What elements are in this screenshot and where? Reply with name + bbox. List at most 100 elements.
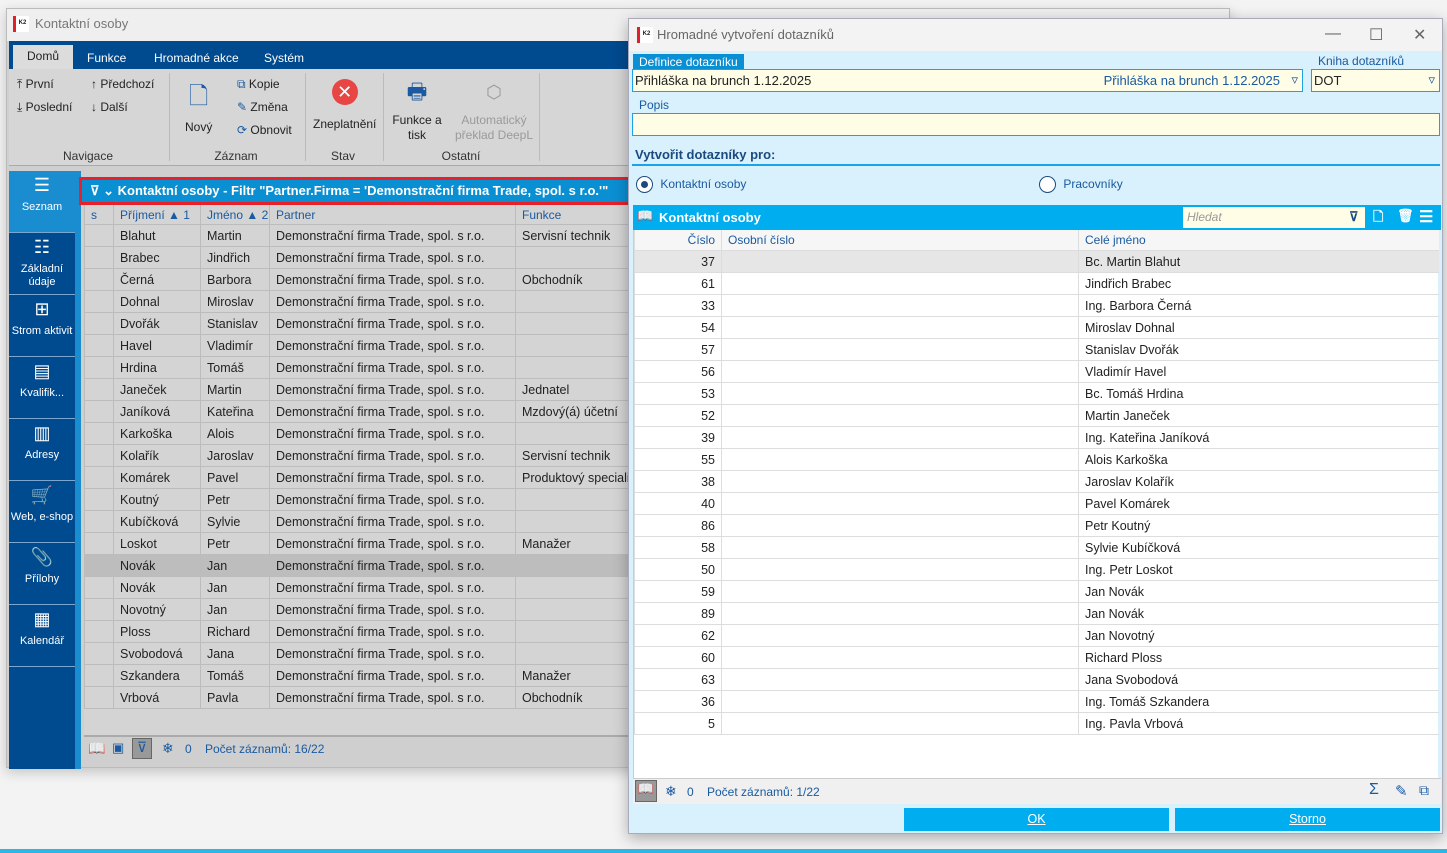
- table-row[interactable]: 62 Jan Novotný: [634, 625, 1439, 647]
- sidebar-item-3[interactable]: ▤ Kvalifik...: [9, 357, 75, 419]
- table-row[interactable]: 59 Jan Novák: [634, 581, 1439, 603]
- table-row[interactable]: 53 Bc. Tomáš Hrdina: [634, 383, 1439, 405]
- snowflake-icon[interactable]: ❄: [665, 783, 677, 800]
- add-layout-icon[interactable]: ⧉: [1419, 782, 1429, 799]
- book-icon[interactable]: 📖: [88, 740, 105, 757]
- search-input[interactable]: Hledat: [1183, 207, 1365, 228]
- sidebar-item-5[interactable]: 🛒 Web, e-shop: [9, 481, 75, 543]
- tab-system[interactable]: Systém: [250, 47, 318, 69]
- radio-contacts[interactable]: Kontaktní osoby: [636, 176, 746, 193]
- table-row[interactable]: 55 Alois Karkoška: [634, 449, 1439, 471]
- sidebar-item-6[interactable]: 📎 Přílohy: [9, 543, 75, 605]
- table-row[interactable]: Hrdina Tomáš Demonstrační firma Trade, spo…: [84, 357, 631, 379]
- archive-icon[interactable]: ▣: [112, 740, 124, 756]
- filter-icon[interactable]: ⊽: [90, 183, 103, 198]
- table-row[interactable]: Koutný Petr Demonstrační firma Trade, spol…: [84, 489, 631, 511]
- previous-button[interactable]: ↑ Předchozí: [91, 77, 154, 91]
- table-row[interactable]: Dvořák Stanislav Demonstrační firma Trade,…: [84, 313, 631, 335]
- table-row[interactable]: Svobodová Jana Demonstrační firma Trade, s…: [84, 643, 631, 665]
- column-header[interactable]: Funkce: [515, 205, 631, 227]
- table-row[interactable]: 54 Miroslav Dohnal: [634, 317, 1439, 339]
- close-icon[interactable]: ✕: [1413, 25, 1426, 45]
- table-row[interactable]: 86 Petr Koutný: [634, 515, 1439, 537]
- table-row[interactable]: 56 Vladimír Havel: [634, 361, 1439, 383]
- column-header[interactable]: Jméno ▲ 2: [200, 205, 269, 227]
- table-row[interactable]: Szkandera Tomáš Demonstrační firma Trade, …: [84, 665, 631, 687]
- table-row[interactable]: 63 Jana Svobodová: [634, 669, 1439, 691]
- sidebar-item-2[interactable]: ⊞ Strom aktivit: [9, 295, 75, 357]
- dropdown-icon[interactable]: ▿: [1291, 72, 1298, 88]
- trash-icon[interactable]: 🗑: [1397, 208, 1414, 224]
- radio-workers[interactable]: Pracovníky: [1039, 176, 1123, 193]
- sidebar-item-4[interactable]: ▥ Adresy: [9, 419, 75, 481]
- edit-button[interactable]: ✎ Změna: [237, 100, 288, 114]
- column-header[interactable]: s: [84, 205, 113, 227]
- table-row[interactable]: Karkoška Alois Demonstrační firma Trade, s…: [84, 423, 631, 445]
- table-row[interactable]: 60 Richard Ploss: [634, 647, 1439, 669]
- column-header[interactable]: Příjmení ▲ 1: [113, 205, 200, 227]
- definition-field[interactable]: Přihláška na brunch 1.12.2025 Přihláška …: [632, 69, 1303, 92]
- table-row[interactable]: 36 Ing. Tomáš Szkandera: [634, 691, 1439, 713]
- column-header[interactable]: Osobní číslo: [721, 230, 1078, 252]
- filter-toggle-icon[interactable]: ⊽: [132, 738, 152, 759]
- table-row[interactable]: 61 Jindřich Brabec: [634, 273, 1439, 295]
- book-field[interactable]: DOT ▿: [1311, 69, 1440, 92]
- snowflake-icon[interactable]: ❄: [162, 740, 174, 757]
- last-button[interactable]: ⤓ Poslední: [17, 100, 72, 115]
- invalidate-button[interactable]: ✕ Zneplatnění: [313, 79, 376, 131]
- table-row[interactable]: 40 Pavel Komárek: [634, 493, 1439, 515]
- table-row[interactable]: 50 Ing. Petr Loskot: [634, 559, 1439, 581]
- table-row[interactable]: Dohnal Miroslav Demonstrační firma Trade, …: [84, 291, 631, 313]
- new-button[interactable]: 🗋 Nový: [185, 79, 212, 134]
- table-row[interactable]: Brabec Jindřich Demonstrační firma Trade, …: [84, 247, 631, 269]
- table-row[interactable]: Novotný Jan Demonstrační firma Trade, spol…: [84, 599, 631, 621]
- tab-hromadne-akce[interactable]: Hromadné akce: [140, 47, 253, 69]
- table-row[interactable]: 52 Martin Janeček: [634, 405, 1439, 427]
- table-row[interactable]: Blahut Martin Demonstrační firma Trade, sp…: [84, 225, 631, 247]
- table-row[interactable]: Vrbová Pavla Demonstrační firma Trade, spo…: [84, 687, 631, 709]
- sidebar-item-1[interactable]: ☷ Základní údaje: [9, 233, 75, 295]
- menu-icon[interactable]: ☰: [1419, 207, 1433, 227]
- table-row[interactable]: 33 Ing. Barbora Černá: [634, 295, 1439, 317]
- filter-icon[interactable]: ⊽: [1349, 209, 1359, 225]
- table-row[interactable]: Novák Jan Demonstrační firma Trade, spol. …: [84, 555, 631, 577]
- cancel-button[interactable]: Storno: [1175, 808, 1440, 831]
- table-row[interactable]: Černá Barbora Demonstrační firma Trade, sp…: [84, 269, 631, 291]
- table-row[interactable]: Kubíčková Sylvie Demonstrační firma Trade,…: [84, 511, 631, 533]
- column-header[interactable]: Číslo: [634, 230, 721, 252]
- edit-icon[interactable]: ✎: [1395, 782, 1408, 800]
- table-row[interactable]: Kolařík Jaroslav Demonstrační firma Trade,…: [84, 445, 631, 467]
- table-row[interactable]: 38 Jaroslav Kolařík: [634, 471, 1439, 493]
- sidebar-item-0[interactable]: ☰ Seznam: [9, 171, 75, 233]
- copy-button[interactable]: ⧉ Kopie: [237, 77, 280, 92]
- tab-funkce[interactable]: Funkce: [73, 47, 140, 69]
- next-button[interactable]: ↓ Další: [91, 100, 128, 114]
- filter-header[interactable]: ⊽ ⌄ Kontaktní osoby - Filtr "Partner.Fir…: [79, 177, 632, 205]
- table-row[interactable]: 58 Sylvie Kubíčková: [634, 537, 1439, 559]
- first-button[interactable]: ⤒ První: [17, 77, 54, 92]
- print-button[interactable]: 🖶 Funkce a tisk: [391, 79, 443, 143]
- table-row[interactable]: Ploss Richard Demonstrační firma Trade, sp…: [84, 621, 631, 643]
- dropdown-icon[interactable]: ▿: [1428, 72, 1435, 88]
- table-row[interactable]: 5 Ing. Pavla Vrbová: [634, 713, 1439, 735]
- new-document-icon[interactable]: 🗋: [1373, 208, 1383, 230]
- table-row[interactable]: Komárek Pavel Demonstrační firma Trade, sp…: [84, 467, 631, 489]
- tab-domu[interactable]: Domů: [13, 45, 74, 69]
- chevron-down-icon[interactable]: ⌄: [103, 183, 118, 198]
- table-row[interactable]: Havel Vladimír Demonstrační firma Trade, s…: [84, 335, 631, 357]
- refresh-button[interactable]: ⟳ Obnovit: [237, 123, 292, 137]
- ok-button[interactable]: OK: [904, 808, 1169, 831]
- table-row[interactable]: Loskot Petr Demonstrační firma Trade, spol…: [84, 533, 631, 555]
- book-toggle-icon[interactable]: 📖: [635, 780, 657, 802]
- column-header[interactable]: Celé jméno: [1078, 230, 1439, 252]
- table-row[interactable]: Novák Jan Demonstrační firma Trade, spol. …: [84, 577, 631, 599]
- table-row[interactable]: 39 Ing. Kateřina Janíková: [634, 427, 1439, 449]
- sidebar-item-7[interactable]: ▦ Kalendář: [9, 605, 75, 667]
- table-row[interactable]: Janeček Martin Demonstrační firma Trade, s…: [84, 379, 631, 401]
- deepl-translate-button[interactable]: ⬡ Automatický překlad DeepL: [453, 79, 535, 143]
- sum-icon[interactable]: Σ: [1369, 781, 1379, 799]
- table-row[interactable]: 89 Jan Novák: [634, 603, 1439, 625]
- minimize-icon[interactable]: —: [1325, 25, 1341, 43]
- table-row[interactable]: Janíková Kateřina Demonstrační firma Trade…: [84, 401, 631, 423]
- maximize-icon[interactable]: ☐: [1369, 25, 1383, 45]
